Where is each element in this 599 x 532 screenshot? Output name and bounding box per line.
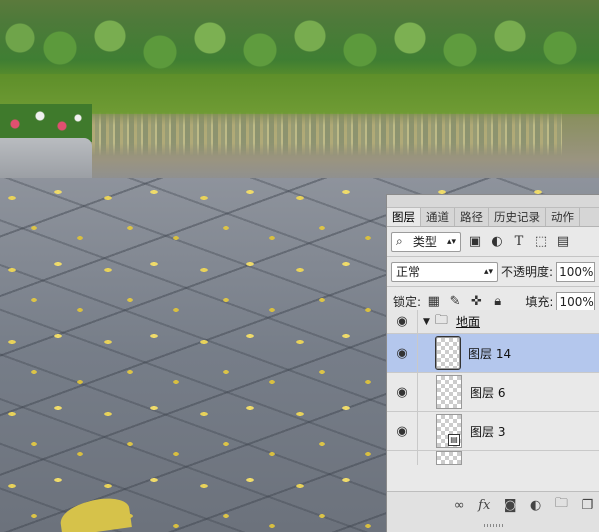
new-layer-icon[interactable]: ❐ <box>581 498 593 513</box>
foliage-background <box>0 8 599 78</box>
layers-panel: 图层 通道 路径 历史记录 动作 ⌕ 类型 ▴▾ ▣ ◐ T ⬚ ▤ 正常 ▴▾… <box>386 194 599 532</box>
filter-row: ⌕ 类型 ▴▾ ▣ ◐ T ⬚ ▤ <box>387 227 599 256</box>
link-icon[interactable]: ∞ <box>454 498 465 513</box>
updown-arrow-icon: ▴▾ <box>483 266 494 277</box>
fill-label: 填充: <box>525 295 554 309</box>
panel-title-bar[interactable] <box>387 195 599 208</box>
layer-group-row[interactable]: ◉ ▼ 🗀︎ 地面 <box>387 310 599 334</box>
filter-kind-label: 类型 <box>412 235 437 249</box>
blend-mode-value: 正常 <box>396 265 421 279</box>
layer-thumbnail: ▤ <box>436 414 462 448</box>
lock-position-icon[interactable]: ✜ <box>469 294 484 310</box>
resize-grip[interactable] <box>483 524 504 527</box>
layer-row[interactable]: ◉ ▤ 图层 3 <box>387 412 599 451</box>
lock-label: 锁定: <box>393 295 422 309</box>
layer-name: 图层 3 <box>470 424 506 439</box>
image-filter-icon[interactable]: ▣ <box>467 234 483 250</box>
opacity-input[interactable]: 100% <box>556 261 595 282</box>
tab-actions[interactable]: 动作 <box>546 208 580 226</box>
folder-icon: 🗀︎ <box>434 312 448 328</box>
layer-row[interactable]: ◉ 图层 6 <box>387 373 599 412</box>
disclosure-triangle-icon[interactable]: ▼ <box>423 317 430 327</box>
blend-row: 正常 ▴▾ 不透明度: 100% <box>387 257 599 286</box>
panel-footer: ∞ fx ◙ ◐ 🗀︎ ❐ <box>387 491 599 532</box>
search-icon: ⌕ <box>396 234 403 248</box>
lock-all-icon[interactable]: 🔒︎ <box>490 294 505 310</box>
visibility-eye-icon[interactable]: ◉ <box>387 310 418 333</box>
lock-pixels-icon[interactable]: ✎ <box>447 294 462 310</box>
layer-row-selected[interactable]: ◉ 图层 14 <box>387 334 599 373</box>
fx-icon[interactable]: fx <box>478 498 490 513</box>
tab-channels[interactable]: 通道 <box>421 208 455 226</box>
visibility-eye-icon[interactable]: ◉ <box>387 334 418 372</box>
folder-icon[interactable]: 🗀︎ <box>555 494 568 516</box>
lock-transparency-icon[interactable]: ▦ <box>426 294 441 310</box>
layer-name: 图层 14 <box>468 346 512 361</box>
tab-history[interactable]: 历史记录 <box>489 208 546 226</box>
tab-layers[interactable]: 图层 <box>387 208 421 226</box>
filter-kind-select[interactable]: ⌕ 类型 ▴▾ <box>391 231 461 252</box>
layer-row-partial[interactable] <box>387 451 599 465</box>
type-filter-icon[interactable]: T <box>511 234 527 250</box>
tab-paths[interactable]: 路径 <box>455 208 489 226</box>
panel-tabs: 图层 通道 路径 历史记录 动作 <box>387 208 599 227</box>
adjustment-icon[interactable]: ◐ <box>530 498 541 513</box>
layer-name: 图层 6 <box>470 385 506 400</box>
flower-bed <box>0 104 92 142</box>
motion-streak <box>92 112 562 156</box>
visibility-eye-icon[interactable] <box>387 451 418 465</box>
mask-icon[interactable]: ◙ <box>504 498 517 513</box>
opacity-label: 不透明度: <box>501 265 554 279</box>
shape-filter-icon[interactable]: ⬚ <box>533 234 549 250</box>
smart-object-icon: ▤ <box>448 434 460 446</box>
visibility-eye-icon[interactable]: ◉ <box>387 412 418 450</box>
layer-thumbnail <box>436 375 462 409</box>
layer-thumbnail <box>435 336 461 370</box>
visibility-eye-icon[interactable]: ◉ <box>387 373 418 411</box>
updown-arrow-icon: ▴▾ <box>446 236 456 247</box>
layer-list: ◉ ▼ 🗀︎ 地面 ◉ 图层 14 ◉ 图层 6 ◉ ▤ 图层 3 <box>387 310 599 490</box>
fill-input[interactable]: 100% <box>556 291 595 312</box>
layer-thumbnail <box>436 451 462 465</box>
blend-mode-select[interactable]: 正常 ▴▾ <box>391 261 499 282</box>
smart-object-filter-icon[interactable]: ▤ <box>555 234 571 250</box>
group-name: 地面 <box>455 315 480 329</box>
adjustment-filter-icon[interactable]: ◐ <box>489 234 505 250</box>
